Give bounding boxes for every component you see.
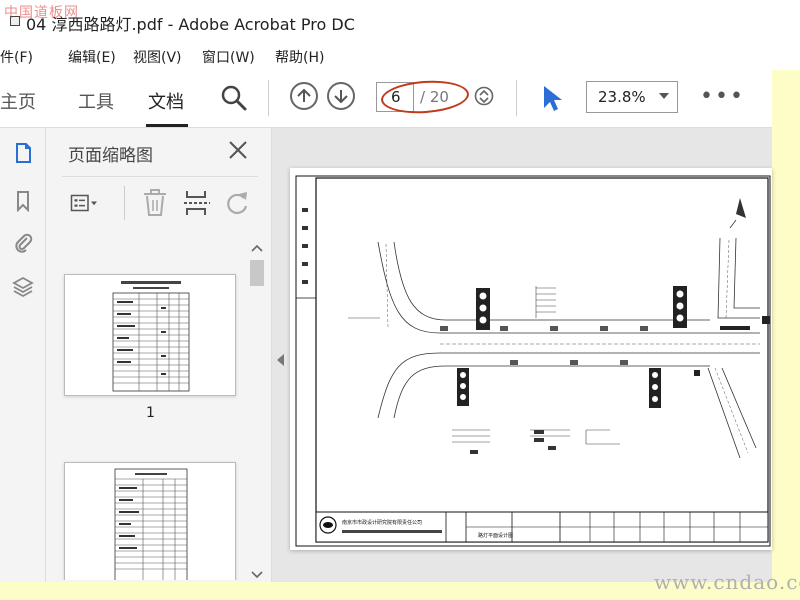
arrow-up-icon bbox=[297, 88, 311, 102]
menu-help[interactable]: 帮助(H) bbox=[275, 47, 324, 67]
page-thumbnail[interactable] bbox=[64, 274, 236, 396]
page-thumbnail[interactable] bbox=[64, 462, 236, 580]
chevron-down-icon[interactable] bbox=[250, 570, 264, 580]
thumbnail-table-preview bbox=[114, 468, 188, 580]
attachment-icon[interactable] bbox=[12, 232, 34, 254]
delete-icon[interactable] bbox=[140, 188, 170, 218]
cad-drawing: 南京市市政设计研究院有限责任公司 路灯平面设计图 bbox=[295, 175, 771, 547]
menu-edit[interactable]: 编辑(E) bbox=[68, 47, 116, 67]
arrow-down-icon bbox=[334, 90, 348, 104]
close-icon[interactable] bbox=[226, 138, 250, 162]
menu-file[interactable]: 文件(F) bbox=[0, 47, 33, 67]
menu-view[interactable]: 视图(V) bbox=[133, 47, 182, 67]
panel-title: 页面缩略图 bbox=[68, 146, 153, 166]
chevron-up-icon[interactable] bbox=[250, 243, 264, 253]
zoom-value: 23.8% bbox=[598, 88, 646, 106]
thumbnail-table-preview bbox=[112, 281, 190, 392]
extract-pages-icon[interactable] bbox=[182, 188, 212, 218]
rotate-icon[interactable] bbox=[222, 188, 252, 218]
watermark-top: 中国道板网 bbox=[4, 5, 79, 21]
page-stepper-icon[interactable] bbox=[474, 86, 494, 106]
thumbnail-scrollbar[interactable] bbox=[248, 240, 266, 580]
title-block-company: 南京市市政设计研究院有限责任公司 bbox=[342, 519, 422, 526]
tab-document[interactable]: 文档 bbox=[148, 88, 184, 114]
layers-icon[interactable] bbox=[12, 276, 34, 298]
active-tab-indicator bbox=[146, 124, 188, 127]
title-block-drawing-name: 路灯平面设计图 bbox=[478, 532, 513, 539]
scrollbar-thumb[interactable] bbox=[250, 260, 264, 286]
pdf-page[interactable]: 南京市市政设计研究院有限责任公司 路灯平面设计图 bbox=[290, 168, 772, 550]
next-page-button[interactable] bbox=[327, 82, 355, 110]
title-bar: 04 淳西路路灯.pdf - Adobe Acrobat Pro DC bbox=[0, 0, 800, 40]
tab-tools[interactable]: 工具 bbox=[78, 88, 114, 114]
page-thumbnails-icon[interactable] bbox=[12, 142, 34, 164]
tool-separator bbox=[124, 186, 125, 220]
toolbar-separator bbox=[516, 80, 517, 116]
watermark-bottom: www.cndao.com bbox=[654, 570, 800, 594]
chevron-down-icon[interactable] bbox=[659, 93, 669, 99]
more-options-icon[interactable]: ••• bbox=[700, 84, 745, 109]
panel-divider bbox=[62, 176, 258, 177]
bookmark-icon[interactable] bbox=[12, 190, 34, 212]
thumbnail-page-number: 1 bbox=[146, 405, 155, 421]
search-icon[interactable] bbox=[220, 84, 248, 112]
tab-home[interactable]: 主页 bbox=[0, 88, 36, 114]
collapse-panel-icon[interactable] bbox=[277, 354, 284, 366]
thumbnail-options-icon[interactable] bbox=[70, 188, 100, 218]
select-cursor-icon[interactable] bbox=[540, 84, 564, 112]
toolbar-separator bbox=[268, 80, 269, 116]
menu-window[interactable]: 窗口(W) bbox=[202, 47, 255, 67]
prev-page-button[interactable] bbox=[290, 82, 318, 110]
right-edge-strip bbox=[772, 70, 800, 600]
menu-bar bbox=[0, 40, 800, 70]
